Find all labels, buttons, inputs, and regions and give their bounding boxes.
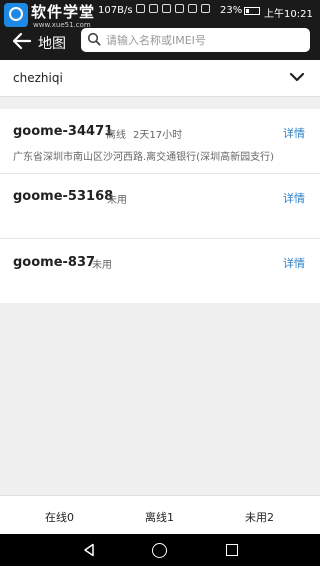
watermark-url: www.xue51.com [33,21,91,29]
net-speed: 107B/s [98,5,133,16]
device-list: goome-34471 离线 2天17小时 详情 广东省深圳市南山区沙河西路.离… [0,109,320,303]
nav-back-icon[interactable] [82,543,96,557]
group-selector-value: chezhiqi [13,71,63,85]
search-input[interactable] [106,30,304,50]
battery-percent: 23% [220,5,243,16]
battery-icon [244,7,260,15]
device-name: goome-34471 [13,124,114,139]
device-row[interactable]: goome-837 未用 详情 [0,239,320,303]
nav-recent-icon[interactable] [226,544,238,556]
tab-offline[interactable]: 离线1 [145,509,174,525]
device-name: goome-837 [13,255,96,270]
chevron-down-icon [289,72,305,82]
device-row[interactable]: goome-53168 未用 详情 [0,174,320,239]
eye-icon [162,4,171,13]
status-icons [136,4,210,13]
device-status: 离线 [106,130,126,141]
nav-home-icon[interactable] [152,543,167,558]
system-nav-bar [0,534,320,566]
alarm-icon [175,4,184,13]
nfc-icon [136,4,145,13]
watermark-emblem [4,3,28,27]
signal-icon [201,4,210,13]
search-box[interactable] [81,28,310,52]
device-status: 未用 [92,260,112,271]
device-address: 广东省深圳市南山区沙河西路.离交通银行(深圳高新园支行) [13,152,274,163]
device-status: 未用 [107,195,127,206]
device-name: goome-53168 [13,189,114,204]
status-time: 上午10:21 [264,9,313,20]
detail-link[interactable]: 详情 [283,125,305,141]
vibrate-icon [149,4,158,13]
tab-unused[interactable]: 未用2 [245,509,274,525]
detail-link[interactable]: 详情 [283,190,305,206]
tab-online[interactable]: 在线0 [45,509,74,525]
wifi-icon [188,4,197,13]
detail-link[interactable]: 详情 [283,255,305,271]
status-tab-bar: 在线0 离线1 未用2 [0,495,320,535]
group-selector[interactable]: chezhiqi [0,60,320,97]
watermark-logo: 软件学堂 www.xue51.com [0,0,102,38]
watermark-title: 软件学堂 [31,3,96,21]
device-offline-duration: 2天17小时 [133,130,183,141]
device-row[interactable]: goome-34471 离线 2天17小时 详情 广东省深圳市南山区沙河西路.离… [0,109,320,174]
